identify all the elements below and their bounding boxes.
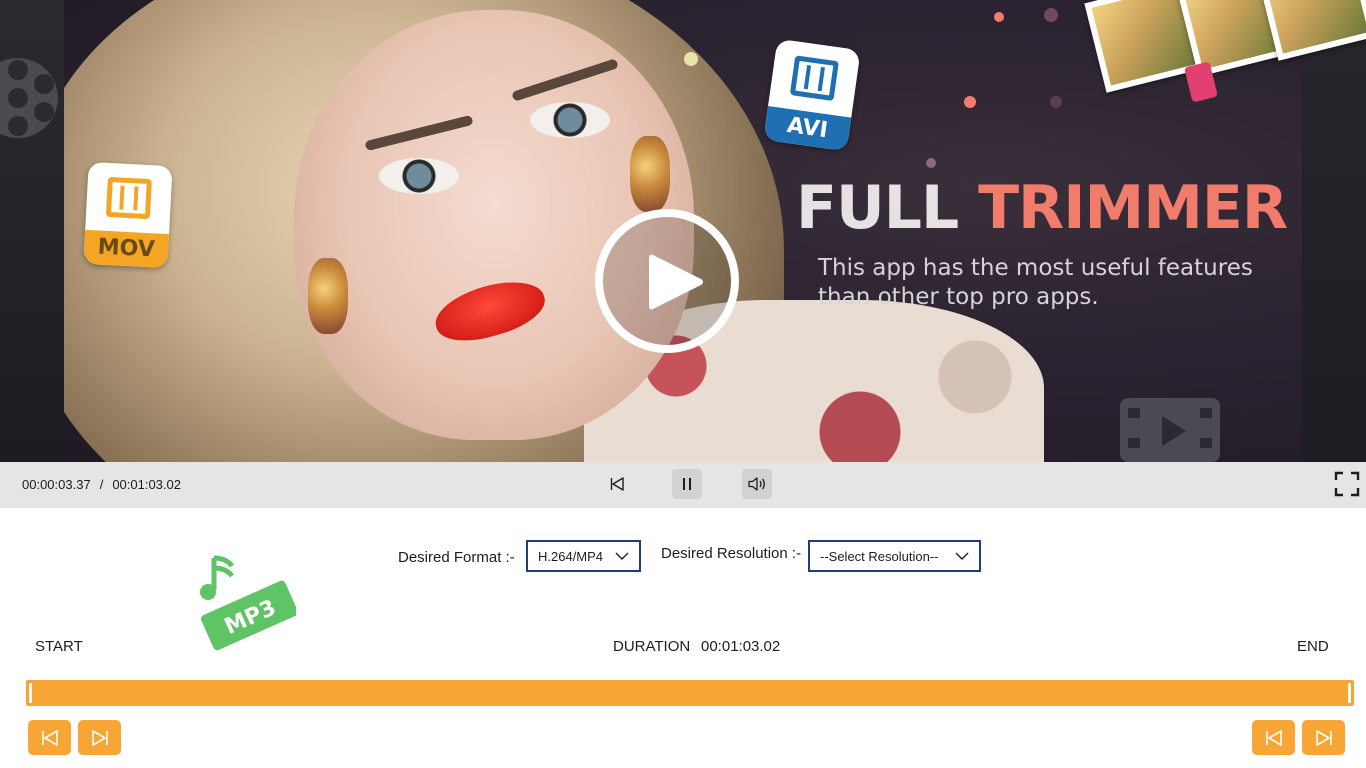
- start-step-forward-button[interactable]: [78, 720, 121, 755]
- fullscreen-icon: [1334, 471, 1360, 497]
- trim-start-handle[interactable]: [29, 683, 32, 703]
- play-button[interactable]: [595, 209, 739, 353]
- photo-strip-decoration: [1084, 0, 1366, 98]
- volume-button[interactable]: [742, 469, 772, 499]
- resolution-selected-value: --Select Resolution--: [820, 549, 939, 564]
- total-time: 00:01:03.02: [112, 477, 181, 492]
- start-label: START: [35, 638, 83, 655]
- pause-icon: [683, 478, 691, 490]
- skip-back-button[interactable]: [602, 469, 632, 499]
- headline-word-trimmer: TRIMMER: [978, 173, 1288, 243]
- skip-forward-icon: [91, 729, 108, 746]
- end-step-back-button[interactable]: [1252, 720, 1295, 755]
- mov-badge-label: MOV: [83, 229, 170, 269]
- current-time: 00:00:03.37: [22, 477, 91, 492]
- end-label: END: [1297, 638, 1329, 655]
- time-separator: /: [99, 477, 104, 492]
- time-display: 00:00:03.37 / 00:01:03.02: [22, 477, 181, 492]
- video-preview[interactable]: MOV AVI FULL TRIMMER This app has the mo…: [0, 0, 1366, 462]
- volume-icon: [748, 477, 765, 491]
- headline-word-full: FULL: [796, 173, 959, 243]
- skip-back-icon: [41, 729, 58, 746]
- banner-subtitle: This app has the most useful features th…: [818, 255, 1253, 310]
- start-step-back-button[interactable]: [28, 720, 71, 755]
- format-selected-value: H.264/MP4: [538, 549, 604, 564]
- chevron-down-icon: [615, 552, 629, 560]
- trim-range-slider[interactable]: [26, 680, 1354, 706]
- play-icon: [649, 254, 703, 310]
- banner-headline: FULL TRIMMER: [796, 178, 1288, 238]
- duration-label: DURATION: [613, 638, 691, 655]
- resolution-label: Desired Resolution :-: [661, 545, 802, 562]
- format-dropdown[interactable]: H.264/MP4: [526, 540, 641, 572]
- format-label: Desired Format :-: [398, 549, 515, 566]
- film-reel-icon: [0, 58, 58, 138]
- avi-file-icon: AVI: [763, 38, 861, 152]
- player-control-bar: 00:00:03.37 / 00:01:03.02: [0, 462, 1366, 508]
- skip-back-icon: [610, 477, 624, 491]
- resolution-dropdown[interactable]: --Select Resolution--: [808, 540, 981, 572]
- skip-back-icon: [1265, 729, 1282, 746]
- video-side-panel-left: [0, 0, 64, 462]
- video-camera-icon: [1120, 398, 1220, 462]
- duration-value: 00:01:03.02: [701, 638, 781, 655]
- trim-end-handle[interactable]: [1348, 683, 1351, 703]
- pause-button[interactable]: [672, 469, 702, 499]
- trimmer-window: MOV AVI FULL TRIMMER This app has the mo…: [0, 0, 1366, 768]
- fullscreen-button[interactable]: [1332, 469, 1362, 499]
- end-step-forward-button[interactable]: [1302, 720, 1345, 755]
- mp3-music-icon: MP3: [200, 555, 296, 651]
- chevron-down-icon: [955, 552, 969, 560]
- mov-file-icon: MOV: [83, 161, 173, 269]
- skip-forward-icon: [1315, 729, 1332, 746]
